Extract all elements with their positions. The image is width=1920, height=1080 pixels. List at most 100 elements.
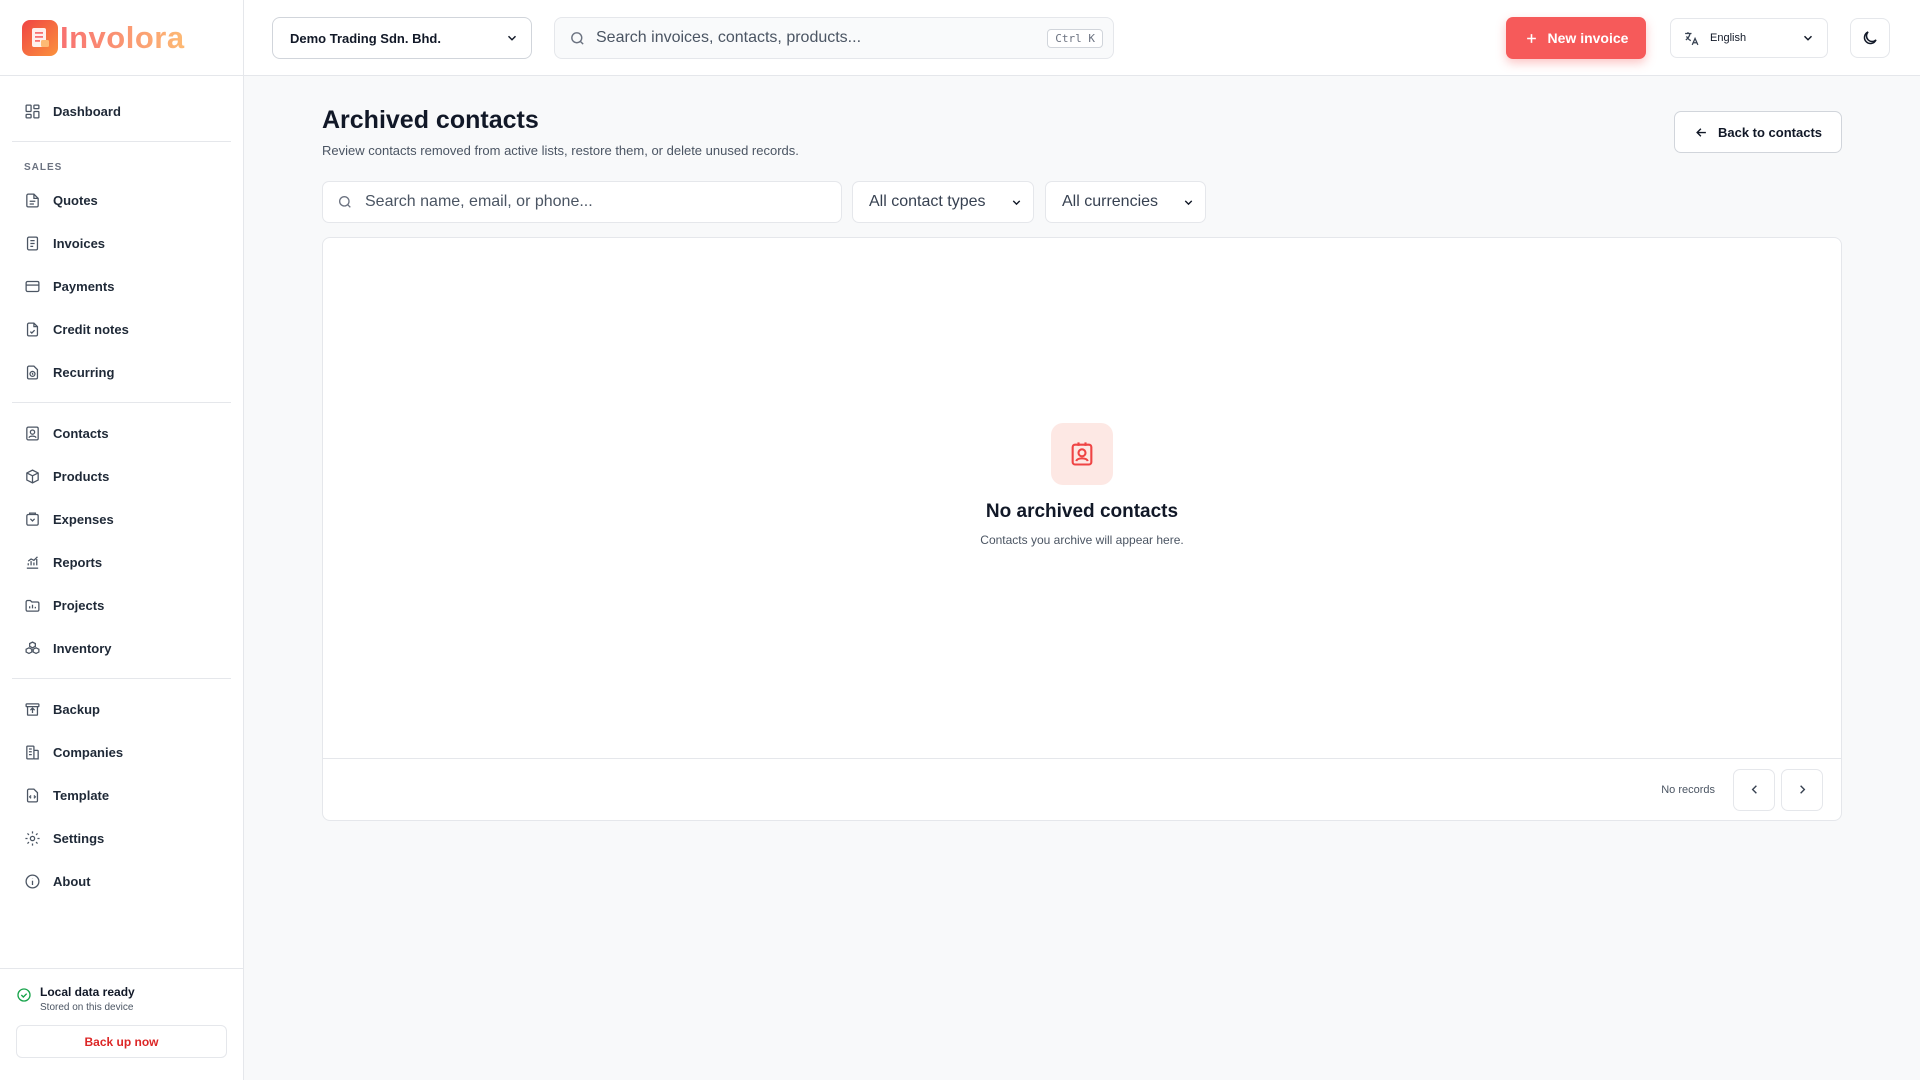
dashboard-icon [25,104,40,119]
global-search[interactable]: Ctrl K [554,17,1114,59]
status-title: Local data ready [40,985,135,999]
sidebar-item-quotes[interactable]: Quotes [12,179,231,222]
empty-state-title: No archived contacts [985,501,1179,522]
sidebar-item-label: Contacts [53,426,109,441]
brand[interactable]: Involora [0,0,243,76]
search-icon [339,196,351,208]
content: Archived contacts Review contacts remove… [244,76,1920,1080]
contact-search[interactable] [322,181,842,223]
global-search-input[interactable] [596,29,1048,47]
empty-state-subtitle: Contacts you archive will appear here. [980,533,1184,547]
sidebar-item-label: Companies [53,745,124,760]
sidebar-item-inventory[interactable]: Inventory [12,627,231,670]
credit-note-icon [26,322,39,337]
theme-toggle-button[interactable] [1850,18,1890,58]
language-select-value: English [1710,32,1747,44]
template-icon [26,788,39,803]
brand-name: Involora [60,19,185,55]
chart-icon [26,556,39,569]
contact-icon [26,426,39,441]
sidebar-item-label: Inventory [53,641,112,656]
search-icon [571,31,584,45]
box-icon [26,469,39,484]
back-to-contacts-button[interactable]: Back to contacts [1674,111,1842,153]
status-subtitle: Stored on this device [40,1002,134,1013]
recurring-icon [26,365,39,380]
company-select[interactable]: Demo Trading Sdn. Bhd. [272,17,532,59]
sidebar-item-label: Dashboard [53,104,121,119]
sidebar-item-label: About [53,874,91,889]
sidebar-item-settings[interactable]: Settings [12,817,231,860]
sidebar-item-label: Payments [53,279,115,294]
new-invoice-button[interactable]: New invoice [1506,17,1646,59]
sidebar-item-dashboard[interactable]: Dashboard [12,90,231,133]
translate-icon [1685,31,1699,45]
chevron-down-icon [1803,35,1813,41]
folder-icon [25,599,40,612]
sidebar-item-label: Products [53,469,110,484]
invoice-logo-icon [22,19,58,56]
search-shortcut-badge: Ctrl K [1047,28,1103,48]
pagination: No records [323,758,1841,820]
archived-contacts-card: No archived contacts Contacts you archiv… [322,237,1842,821]
main-area: Demo Trading Sdn. Bhd. Ctrl K New invoic… [244,0,1920,1080]
chevron-down-icon [1184,199,1193,205]
divider [12,141,231,142]
sidebar-section-sales: SALES [24,162,63,173]
chevron-down-icon [1012,199,1021,205]
sidebar-item-template[interactable]: Template [12,774,231,817]
sidebar-item-projects[interactable]: Projects [12,584,231,627]
next-page-button[interactable] [1781,768,1823,811]
divider [12,678,231,679]
wallet-icon [26,512,39,526]
sidebar-item-reports[interactable]: Reports [12,541,231,584]
local-data-status: Local data ready Stored on this device [16,985,227,1013]
contact-icon [1051,423,1113,485]
currency-select-value: All currencies [1062,193,1159,210]
sidebar-item-credit-notes[interactable]: Credit notes [12,308,231,351]
chevron-right-icon [1799,785,1805,794]
page-subtitle: Review contacts removed from active list… [322,143,799,158]
sidebar-item-about[interactable]: About [12,860,231,903]
topbar: Demo Trading Sdn. Bhd. Ctrl K New invoic… [244,0,1920,76]
sidebar-item-recurring[interactable]: Recurring [12,351,231,394]
sidebar-item-contacts[interactable]: Contacts [12,412,231,455]
building-icon [26,745,39,760]
arrow-left-icon [1696,127,1706,137]
sidebar-item-payments[interactable]: Payments [12,265,231,308]
sidebar-item-label: Credit notes [53,322,129,337]
records-count: No records [1661,783,1715,796]
back-to-contacts-label: Back to contacts [1717,124,1823,140]
contact-type-select-value: All contact types [869,193,986,210]
gear-icon [25,831,40,846]
sidebar-item-invoices[interactable]: Invoices [12,222,231,265]
sidebar-nav: Dashboard SALES Quotes Invoices Payments… [0,76,243,903]
moon-icon [1863,31,1877,45]
sidebar-item-label: Quotes [53,193,98,208]
contact-type-select[interactable]: All contact types [852,181,1034,223]
check-circle-icon [17,988,31,1002]
currency-select[interactable]: All currencies [1045,181,1206,223]
archive-icon [25,703,40,716]
sidebar-item-label: Backup [53,702,100,717]
sidebar-item-label: Invoices [53,236,106,251]
sidebar-footer: Local data ready Stored on this device B… [0,968,243,1080]
sidebar-item-label: Recurring [53,365,115,380]
invoice-icon [26,236,39,251]
sidebar-item-companies[interactable]: Companies [12,731,231,774]
sidebar-item-backup[interactable]: Backup [12,688,231,731]
sidebar-item-label: Expenses [53,512,114,527]
contact-search-input[interactable] [365,193,827,211]
sidebar-item-expenses[interactable]: Expenses [12,498,231,541]
page-title: Archived contacts [322,106,539,134]
language-select[interactable]: English [1670,18,1828,58]
sidebar: Involora Dashboard SALES Quotes Invoices… [0,0,244,1080]
divider [12,402,231,403]
sidebar-item-label: Reports [53,555,103,570]
plus-icon [1526,33,1536,43]
quote-icon [26,193,39,208]
sidebar-item-products[interactable]: Products [12,455,231,498]
company-select-value: Demo Trading Sdn. Bhd. [290,30,441,46]
back-up-now-button[interactable]: Back up now [16,1025,227,1058]
previous-page-button[interactable] [1733,768,1775,811]
